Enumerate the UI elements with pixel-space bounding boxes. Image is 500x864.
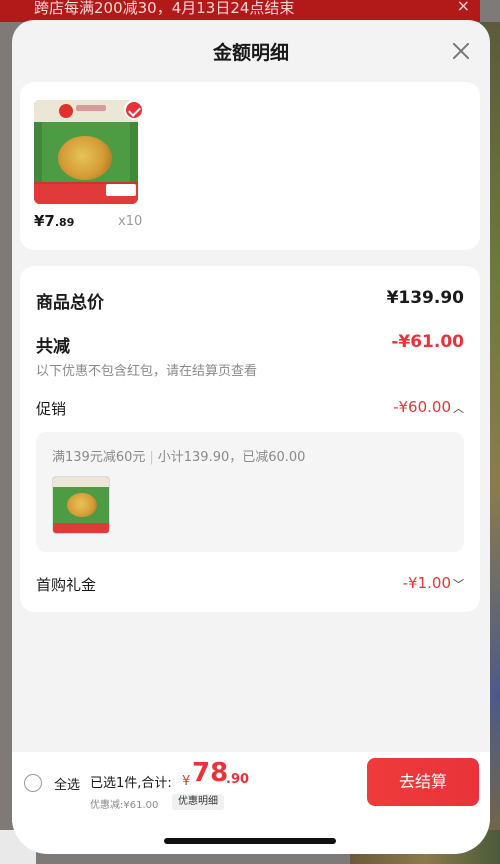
promo-detail-box: 满139元减60元 | 小计139.90，已减60.00 <box>36 432 464 552</box>
promo-rule-text: 满139元减60元 | 小计139.90，已减60.00 <box>52 446 305 465</box>
banner-close-icon: × <box>456 0 470 15</box>
total-decimal: .90 <box>226 772 250 787</box>
checkout-button[interactable]: 去结算 <box>367 758 479 806</box>
product-quantity: x10 <box>118 214 143 229</box>
total-label: 商品总价 <box>36 293 104 313</box>
chevron-up-icon: ︿ <box>453 402 464 415</box>
select-all-radio[interactable] <box>24 774 42 792</box>
select-all-label[interactable]: 全选 <box>54 774 80 793</box>
sheet-header: 金额明细 <box>12 20 490 80</box>
discount-detail-button[interactable]: 优惠明细 <box>172 794 224 810</box>
promo-value: -¥60.00 <box>393 398 451 416</box>
bottom-bar: 全选 已选1件,合计: ¥ 78 .90 优惠减:¥61.00 优惠明细 去结算 <box>12 752 490 854</box>
sheet-title: 金额明细 <box>212 42 289 64</box>
reduce-label: 共减 <box>36 337 70 357</box>
promo-value-wrap[interactable]: -¥60.00 ︿ <box>393 398 464 416</box>
promo-row[interactable]: 促销 -¥60.00 ︿ <box>36 398 464 419</box>
total-value: ¥139.90 <box>386 288 464 308</box>
gift-label: 首购礼金 <box>36 576 97 594</box>
reduce-value: -¥61.00 <box>391 332 464 352</box>
reduce-note: 以下优惠不包含红包，请在结算页查看 <box>36 364 258 379</box>
product-price: ¥7.89 <box>34 212 74 230</box>
total-currency: ¥ <box>182 774 191 789</box>
amount-detail-sheet: 金额明细 ¥7.89 x10 商品总价 ¥139.90 共减 -¥61.00 以… <box>12 20 490 854</box>
banner-text: 跨店每满200减30，4月13日24点结束 <box>34 0 295 17</box>
total-row: 商品总价 ¥139.90 <box>36 288 464 313</box>
price-decimal: .89 <box>54 216 75 229</box>
selected-check-icon[interactable] <box>124 100 144 120</box>
close-button[interactable] <box>446 36 476 66</box>
home-indicator <box>164 838 336 844</box>
gift-value-wrap[interactable]: -¥1.00 ﹀ <box>403 574 464 592</box>
product-image[interactable] <box>34 100 138 204</box>
chevron-down-icon: ﹀ <box>453 578 464 591</box>
gift-value: -¥1.00 <box>402 574 451 592</box>
promo-subtotal: 小计139.90，已减60.00 <box>157 450 306 465</box>
reduce-row: 共减 -¥61.00 <box>36 332 464 357</box>
price-main: ¥7 <box>34 212 55 230</box>
gift-row[interactable]: 首购礼金 -¥1.00 ﹀ <box>36 574 464 595</box>
total-integer: 78 <box>192 758 229 788</box>
discount-text: 优惠减:¥61.00 <box>90 800 159 811</box>
promo-label: 促销 <box>36 400 67 418</box>
selected-count-text: 已选1件,合计: <box>90 776 172 791</box>
promo-rule: 满139元减60元 <box>52 450 146 465</box>
background-banner: 跨店每满200减30，4月13日24点结束 × <box>0 0 480 22</box>
summary-card: 商品总价 ¥139.90 共减 -¥61.00 以下优惠不包含红包，请在结算页查… <box>20 266 480 612</box>
product-card: ¥7.89 x10 <box>20 82 480 250</box>
promo-product-image[interactable] <box>52 476 110 534</box>
promo-separator: | <box>149 450 154 465</box>
